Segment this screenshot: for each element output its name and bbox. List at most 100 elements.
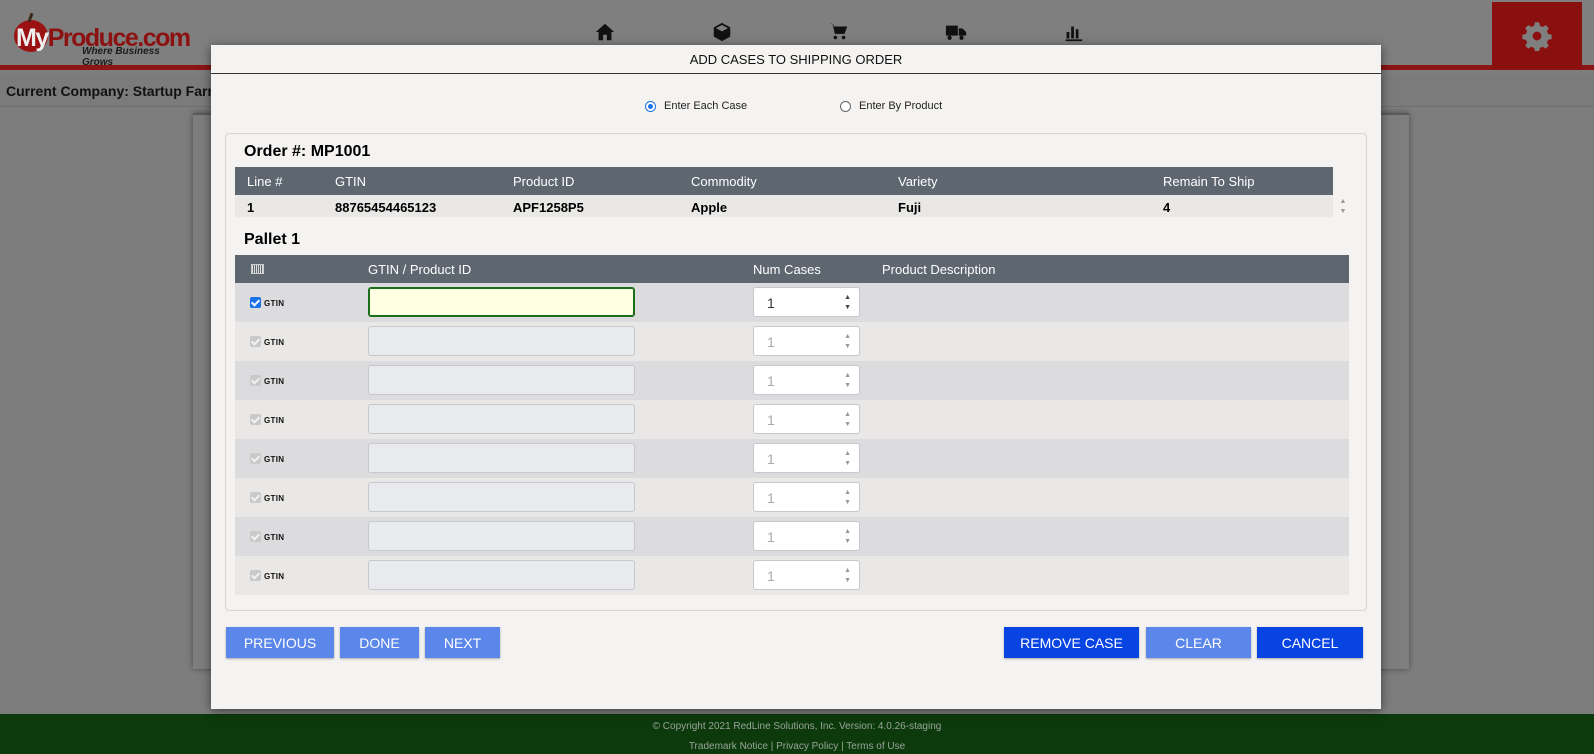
chart-icon[interactable]: [1060, 20, 1086, 44]
entry-mode-group: Enter Each Case Enter By Product: [211, 100, 1381, 118]
num-cases-value: 1: [767, 373, 775, 389]
logo-tagline: Where Business Grows: [82, 46, 160, 68]
num-cases-stepper[interactable]: 1 ▲ ▼: [753, 521, 860, 551]
spinner-arrows-icon[interactable]: ▲ ▼: [844, 332, 851, 352]
num-cases-stepper[interactable]: 1 ▲ ▼: [753, 404, 860, 434]
myproduce-logo[interactable]: MyProduce.com Where Business Grows: [12, 14, 191, 68]
spinner-arrows-icon[interactable]: ▲ ▼: [844, 488, 851, 508]
table-row: GTIN 1 ▲ ▼: [235, 439, 1349, 478]
gtin-checkbox[interactable]: [250, 375, 261, 386]
radio-enter-each-case[interactable]: Enter Each Case: [645, 100, 747, 112]
spinner-arrows-icon[interactable]: ▲ ▼: [844, 293, 851, 313]
col-line: Line #: [247, 174, 283, 189]
clear-button[interactable]: CLEAR: [1146, 627, 1251, 658]
num-cases-value: 1: [767, 529, 775, 545]
table-row[interactable]: 1 88765454465123 APF1258P5 Apple Fuji 4: [235, 195, 1333, 217]
gtin-checkbox[interactable]: [250, 336, 261, 347]
radio-enter-by-product[interactable]: Enter By Product: [840, 100, 942, 112]
table-row: GTIN 1 ▲ ▼: [235, 361, 1349, 400]
done-button[interactable]: DONE: [340, 627, 419, 658]
order-panel: Order #: MP1001 Line # GTIN Product ID C…: [225, 133, 1367, 611]
num-cases-stepper[interactable]: 1 ▲ ▼: [753, 326, 860, 356]
spinner-arrows-icon[interactable]: ▲ ▼: [844, 527, 851, 547]
gtin-input[interactable]: [368, 521, 635, 551]
col-gtin-product-id: GTIN / Product ID: [368, 262, 472, 277]
gear-icon: [1522, 21, 1552, 51]
num-cases-value: 1: [767, 451, 775, 467]
next-button[interactable]: NEXT: [425, 627, 500, 658]
table-row: GTIN 1 ▲ ▼: [235, 283, 1349, 322]
gtin-input[interactable]: [368, 482, 635, 512]
gtin-input[interactable]: [368, 287, 635, 317]
table-row: GTIN 1 ▲ ▼: [235, 478, 1349, 517]
gtin-checkbox[interactable]: [250, 492, 261, 503]
num-cases-value: 1: [767, 334, 775, 350]
gtin-input[interactable]: [368, 365, 635, 395]
current-company: Current Company: Startup Farms: [6, 83, 228, 99]
copyright-text: © Copyright 2021 RedLine Solutions, Inc.…: [652, 721, 942, 732]
box-icon[interactable]: [709, 20, 735, 44]
order-table-header: Line # GTIN Product ID Commodity Variety…: [235, 167, 1333, 195]
table-row: GTIN 1 ▲ ▼: [235, 322, 1349, 361]
gtin-type-label: GTIN: [264, 416, 285, 425]
remove-case-button[interactable]: REMOVE CASE: [1004, 627, 1139, 658]
num-cases-value: 1: [767, 490, 775, 506]
table-row: GTIN 1 ▲ ▼: [235, 556, 1349, 595]
cell-remain: 4: [1163, 200, 1171, 215]
gtin-checkbox[interactable]: [250, 453, 261, 464]
footer: © Copyright 2021 RedLine Solutions, Inc.…: [0, 714, 1594, 754]
spinner-arrows-icon[interactable]: ▲ ▼: [844, 410, 851, 430]
col-variety: Variety: [898, 174, 938, 189]
num-cases-stepper[interactable]: 1 ▲ ▼: [753, 365, 860, 395]
cell-product-id: APF1258P5: [513, 200, 584, 215]
num-cases-stepper[interactable]: 1 ▲ ▼: [753, 443, 860, 473]
cell-commodity: Apple: [691, 200, 728, 215]
gtin-type-label: GTIN: [264, 299, 285, 308]
radio-dot-unselected[interactable]: [840, 100, 851, 112]
cancel-button[interactable]: CANCEL: [1257, 627, 1363, 658]
home-icon[interactable]: [592, 20, 618, 44]
num-cases-value: 1: [767, 295, 775, 311]
col-product-description: Product Description: [882, 262, 996, 277]
logo-my: My: [16, 24, 49, 52]
footer-links[interactable]: Trademark Notice | Privacy Policy | Term…: [0, 741, 1594, 752]
settings-button[interactable]: [1492, 2, 1582, 69]
gtin-checkbox[interactable]: [250, 570, 261, 581]
cart-icon[interactable]: [826, 20, 852, 44]
col-gtin: GTIN: [335, 174, 367, 189]
previous-button[interactable]: PREVIOUS: [226, 627, 334, 658]
gtin-input[interactable]: [368, 560, 635, 590]
gtin-input[interactable]: [368, 443, 635, 473]
gtin-type-label: GTIN: [264, 533, 285, 542]
modal-title: ADD CASES TO SHIPPING ORDER: [211, 45, 1381, 74]
truck-icon[interactable]: [943, 20, 969, 44]
radio-dot-selected[interactable]: [645, 100, 656, 112]
order-table: Line # GTIN Product ID Commodity Variety…: [235, 167, 1333, 217]
spinner-arrows-icon[interactable]: ▲ ▼: [844, 449, 851, 469]
gtin-input[interactable]: [368, 404, 635, 434]
spinner-arrows-icon[interactable]: ▲ ▼: [844, 566, 851, 586]
spinner-arrows-icon[interactable]: ▲ ▼: [844, 371, 851, 391]
gtin-input[interactable]: [368, 326, 635, 356]
add-cases-modal: ADD CASES TO SHIPPING ORDER Enter Each C…: [211, 45, 1381, 709]
pallet-table: GTIN / Product ID Num Cases Product Desc…: [235, 255, 1349, 595]
gtin-type-label: GTIN: [264, 455, 285, 464]
col-num-cases: Num Cases: [753, 262, 821, 277]
gtin-type-label: GTIN: [264, 338, 285, 347]
table-row: GTIN 1 ▲ ▼: [235, 517, 1349, 556]
gtin-type-label: GTIN: [264, 572, 285, 581]
order-title: Order #: MP1001: [244, 143, 371, 160]
num-cases-stepper[interactable]: 1 ▲ ▼: [753, 560, 860, 590]
num-cases-stepper[interactable]: 1 ▲ ▼: [753, 482, 860, 512]
num-cases-value: 1: [767, 568, 775, 584]
gtin-checkbox[interactable]: [250, 297, 261, 308]
table-scrollbar[interactable]: ▲ ▼: [1338, 197, 1348, 219]
gtin-checkbox[interactable]: [250, 531, 261, 542]
pallet-table-header: GTIN / Product ID Num Cases Product Desc…: [235, 255, 1349, 283]
num-cases-value: 1: [767, 412, 775, 428]
gtin-type-label: GTIN: [264, 377, 285, 386]
col-product-id: Product ID: [513, 174, 575, 189]
col-remain-to-ship: Remain To Ship: [1163, 174, 1255, 189]
gtin-checkbox[interactable]: [250, 414, 261, 425]
num-cases-stepper[interactable]: 1 ▲ ▼: [753, 287, 860, 317]
